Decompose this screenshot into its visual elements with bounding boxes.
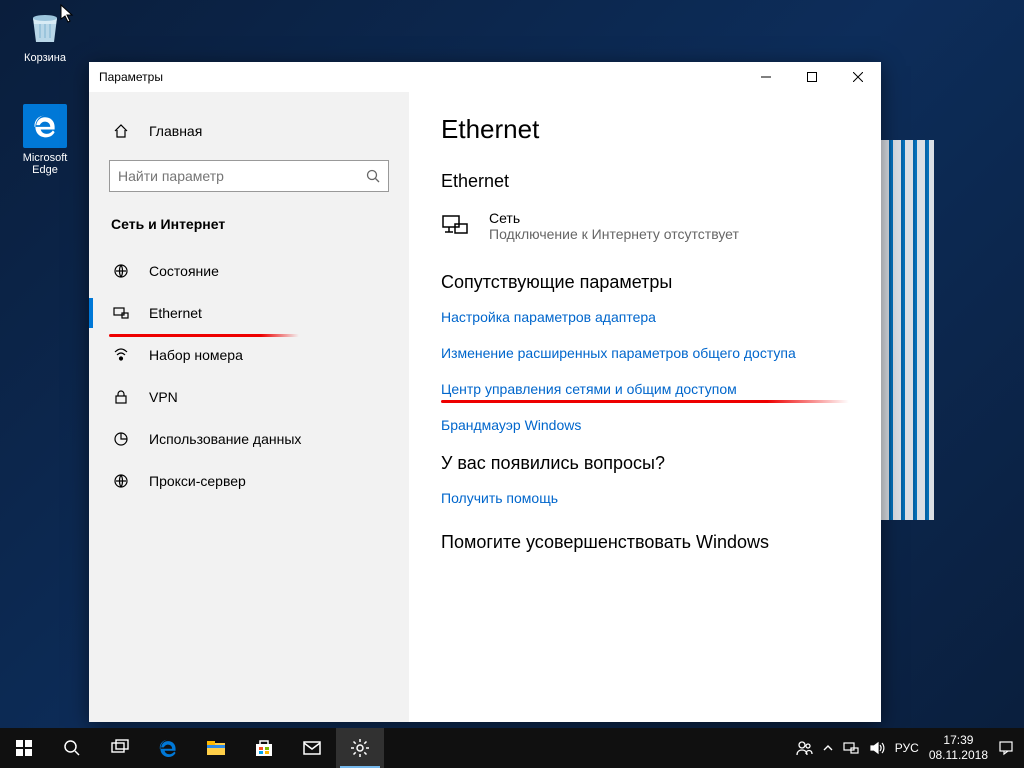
- sidebar-item-label: VPN: [149, 389, 178, 405]
- network-icon: [441, 211, 475, 241]
- desktop-icon-recycle-bin[interactable]: Корзина: [10, 4, 80, 64]
- status-icon: [111, 263, 131, 279]
- recycle-bin-icon: [23, 4, 67, 48]
- action-center-icon[interactable]: [998, 740, 1014, 756]
- titlebar[interactable]: Параметры: [89, 62, 881, 92]
- section-heading: Ethernet: [441, 171, 849, 192]
- page-title: Ethernet: [441, 114, 849, 145]
- network-status-block[interactable]: Сеть Подключение к Интернету отсутствует: [441, 210, 849, 242]
- help-heading: У вас появились вопросы?: [441, 453, 849, 474]
- sidebar-item-vpn[interactable]: VPN: [89, 376, 409, 418]
- link-adapter-settings[interactable]: Настройка параметров адаптера: [441, 309, 849, 325]
- taskbar-settings[interactable]: [336, 728, 384, 768]
- tray-chevron-up-icon[interactable]: [823, 743, 833, 753]
- improve-heading: Помогите усовершенствовать Windows: [441, 532, 849, 553]
- taskbar-clock[interactable]: 17:39 08.11.2018: [929, 733, 988, 763]
- search-icon: [366, 169, 380, 183]
- proxy-icon: [111, 473, 131, 489]
- taskbar-mail[interactable]: [288, 728, 336, 768]
- system-tray: РУС 17:39 08.11.2018: [785, 728, 1024, 768]
- sidebar-item-label: Набор номера: [149, 347, 243, 363]
- sidebar-section-title: Сеть и Интернет: [89, 210, 409, 250]
- annotation-underline: [441, 400, 849, 403]
- start-button[interactable]: [0, 728, 48, 768]
- taskbar-explorer[interactable]: [192, 728, 240, 768]
- taskbar-edge[interactable]: [144, 728, 192, 768]
- people-icon[interactable]: [795, 739, 813, 757]
- sidebar-item-label: Ethernet: [149, 305, 202, 321]
- taskbar-search-button[interactable]: [48, 728, 96, 768]
- taskbar: РУС 17:39 08.11.2018: [0, 728, 1024, 768]
- link-get-help[interactable]: Получить помощь: [441, 490, 849, 506]
- sidebar-item-label: Прокси-сервер: [149, 473, 246, 489]
- search-box[interactable]: [109, 160, 389, 192]
- desktop-icon-label: Корзина: [10, 52, 80, 64]
- taskbar-store[interactable]: [240, 728, 288, 768]
- network-name: Сеть: [489, 210, 739, 226]
- desktop-icon-edge[interactable]: Microsoft Edge: [10, 104, 80, 176]
- link-advanced-sharing[interactable]: Изменение расширенных параметров общего …: [441, 345, 849, 361]
- maximize-button[interactable]: [789, 62, 835, 92]
- minimize-button[interactable]: [743, 62, 789, 92]
- search-input[interactable]: [118, 168, 366, 184]
- close-button[interactable]: [835, 62, 881, 92]
- settings-window: Параметры Главная Сеть и Интернет Состоя…: [89, 62, 881, 722]
- desktop-icon-label: Microsoft Edge: [10, 152, 80, 176]
- home-icon: [111, 123, 131, 139]
- link-windows-firewall[interactable]: Брандмауэр Windows: [441, 417, 849, 433]
- sidebar-item-label: Использование данных: [149, 431, 301, 447]
- sidebar-item-label: Состояние: [149, 263, 219, 279]
- dialup-icon: [111, 347, 131, 363]
- related-heading: Сопутствующие параметры: [441, 272, 849, 293]
- sidebar-item-ethernet[interactable]: Ethernet: [89, 292, 409, 334]
- network-status: Подключение к Интернету отсутствует: [489, 226, 739, 242]
- sidebar-item-datausage[interactable]: Использование данных: [89, 418, 409, 460]
- sidebar-item-status[interactable]: Состояние: [89, 250, 409, 292]
- datausage-icon: [111, 431, 131, 447]
- sidebar-item-dialup[interactable]: Набор номера: [89, 334, 409, 376]
- task-view-button[interactable]: [96, 728, 144, 768]
- clock-time: 17:39: [929, 733, 988, 748]
- ethernet-icon: [111, 305, 131, 321]
- network-tray-icon[interactable]: [843, 740, 859, 756]
- edge-icon: [23, 104, 67, 148]
- link-network-sharing-center[interactable]: Центр управления сетями и общим доступом: [441, 381, 849, 397]
- vpn-icon: [111, 389, 131, 405]
- content-pane: Ethernet Ethernet Сеть Подключение к Инт…: [409, 92, 881, 722]
- sidebar-home[interactable]: Главная: [89, 110, 409, 152]
- sidebar-item-proxy[interactable]: Прокси-сервер: [89, 460, 409, 502]
- language-indicator[interactable]: РУС: [895, 741, 919, 755]
- link-label: Центр управления сетями и общим доступом: [441, 381, 737, 397]
- sidebar: Главная Сеть и Интернет Состояние Ethern…: [89, 92, 409, 722]
- volume-icon[interactable]: [869, 740, 885, 756]
- wallpaper-light-beams: [879, 140, 934, 520]
- sidebar-home-label: Главная: [149, 123, 202, 139]
- clock-date: 08.11.2018: [929, 748, 988, 763]
- window-title: Параметры: [99, 70, 163, 84]
